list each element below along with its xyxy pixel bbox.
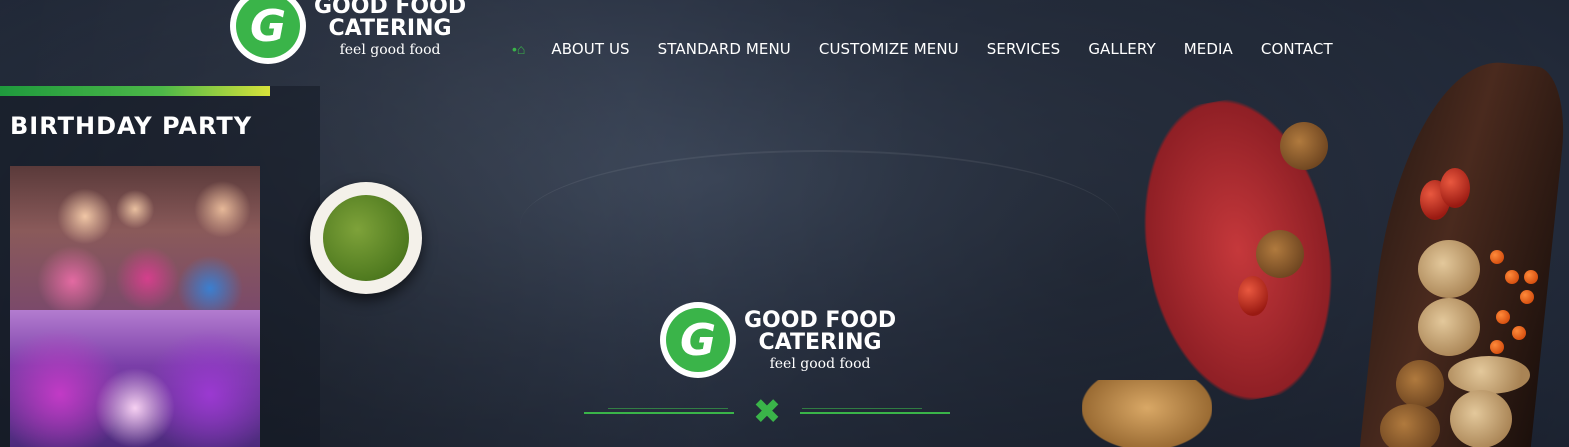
utensil-divider: ✖ — [584, 392, 950, 432]
center-logo-letter: G — [666, 308, 730, 372]
birthday-children-photo[interactable] — [10, 166, 260, 310]
center-logo-line2: CATERING — [758, 329, 882, 355]
home-icon[interactable]: •⌂ — [512, 41, 525, 57]
rosehip-image — [1440, 168, 1470, 208]
nav-services[interactable]: SERVICES — [987, 40, 1061, 58]
sidebar-title: BIRTHDAY PARTY — [10, 112, 253, 140]
divider-line-right — [800, 412, 950, 414]
logo-letter: G — [236, 0, 300, 58]
nav-contact[interactable]: CONTACT — [1261, 40, 1333, 58]
party-decoration-photo[interactable] — [10, 310, 260, 447]
center-logo-line1: GOOD FOOD — [744, 307, 897, 333]
sea-buckthorn-berry — [1490, 340, 1504, 354]
sea-buckthorn-berry — [1524, 270, 1538, 284]
divider-line-right-thin — [802, 408, 922, 409]
chestnut-image — [1396, 360, 1444, 408]
header-logo[interactable]: G GOOD FOOD CATERING feel good food — [230, 0, 466, 64]
walnut-image — [1418, 298, 1480, 356]
logo-line1: GOOD FOOD — [314, 0, 467, 19]
chestnut-image — [1380, 404, 1440, 447]
center-logo: G GOOD FOOD CATERING feel good food — [660, 302, 896, 378]
sidebar-panel: BIRTHDAY PARTY — [0, 86, 320, 447]
mushroom-image — [1082, 380, 1212, 447]
divider-line-left-thin — [608, 408, 728, 409]
logo-line2: CATERING — [328, 15, 452, 41]
herbs — [323, 195, 409, 281]
nav-about-us[interactable]: ABOUT US — [551, 40, 629, 58]
main-nav: •⌂ ABOUT US STANDARD MENU CUSTOMIZE MENU… — [512, 40, 1361, 58]
center-logo-tagline: feel good food — [769, 355, 871, 372]
nav-media[interactable]: MEDIA — [1184, 40, 1233, 58]
divider-line-left — [584, 412, 734, 414]
fork-spoon-icon: ✖ — [752, 393, 782, 431]
sea-buckthorn-berry — [1496, 310, 1510, 324]
nav-gallery[interactable]: GALLERY — [1088, 40, 1155, 58]
logo-tagline: feel good food — [339, 41, 441, 58]
nav-customize-menu[interactable]: CUSTOMIZE MENU — [819, 40, 959, 58]
sea-buckthorn-berry — [1512, 326, 1526, 340]
sidebar-accent-bar — [0, 86, 270, 96]
hazelnut-image — [1280, 122, 1328, 170]
nav-standard-menu[interactable]: STANDARD MENU — [658, 40, 791, 58]
logo-wordmark: GOOD FOOD CATERING feel good food — [314, 0, 466, 57]
spice-bowl-image — [310, 182, 422, 294]
sea-buckthorn-berry — [1520, 290, 1534, 304]
rosehip-image — [1238, 276, 1268, 316]
acorn-image — [1448, 356, 1530, 394]
sea-buckthorn-berry — [1490, 250, 1504, 264]
hazelnut-image — [1256, 230, 1304, 278]
walnut-image — [1418, 240, 1480, 298]
walnut-image — [1450, 390, 1512, 447]
logo-badge: G — [230, 0, 306, 64]
background-crack — [520, 150, 1120, 300]
center-logo-wordmark: GOOD FOOD CATERING feel good food — [744, 307, 897, 372]
center-logo-badge: G — [660, 302, 736, 378]
sea-buckthorn-berry — [1505, 270, 1519, 284]
